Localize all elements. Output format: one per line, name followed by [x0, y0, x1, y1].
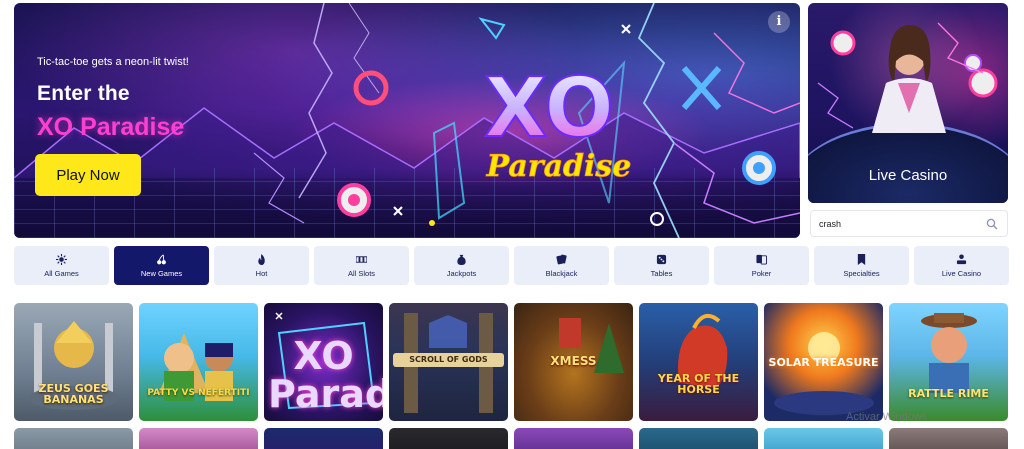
hero-tagline: Tic-tac-toe gets a neon-lit twist! [37, 56, 189, 68]
tab-label: Hot [255, 268, 268, 278]
tab-label: Blackjack [545, 268, 578, 278]
game-tile[interactable]: YEAR OF THE HORSE [639, 303, 758, 421]
game-tile[interactable]: ZEUS GOES BANANAS [14, 303, 133, 421]
cards-icon [556, 254, 567, 264]
hero-title-line1: Enter the [37, 82, 130, 105]
tab-hot[interactable]: Hot [214, 246, 309, 285]
game-tile-partial[interactable] [14, 428, 133, 449]
tab-label: Jackpots [446, 268, 477, 278]
money-bag-icon [457, 254, 466, 265]
game-tile[interactable]: SOLAR TREASURE [764, 303, 883, 421]
promo-banner[interactable]: Tic-tac-toe gets a neon-lit twist! Enter… [14, 3, 800, 238]
game-title: ZEUS GOES BANANAS [38, 382, 109, 406]
game-art [921, 313, 977, 393]
play-now-button[interactable]: Play Now [35, 154, 141, 196]
game-art [678, 313, 728, 388]
star-burst-icon [56, 253, 67, 265]
svg-text:Paradise: Paradise [486, 149, 632, 184]
tab-label: All Slots [347, 268, 376, 278]
search-icon[interactable] [986, 218, 998, 230]
game-tile-partial[interactable] [764, 428, 883, 449]
tab-new-games[interactable]: New Games [114, 246, 209, 285]
tab-label: Specialties [843, 268, 880, 278]
xo-paradise-logo: XO Paradise [483, 60, 632, 184]
tab-poker[interactable]: Poker [714, 246, 809, 285]
tab-label: New Games [140, 268, 183, 278]
game-tile-partial[interactable] [139, 428, 258, 449]
tab-all-slots[interactable]: All Slots [314, 246, 409, 285]
slot-reels-icon [356, 255, 367, 263]
game-art [159, 333, 233, 401]
live-casino-card[interactable]: Live Casino [808, 3, 1008, 203]
windows-activation-watermark: Activar Windows [846, 411, 928, 423]
game-tile-partial[interactable] [389, 428, 508, 449]
game-tile[interactable]: PATTY VS NEFERTITI [139, 303, 258, 421]
game-title: XMESS [550, 354, 597, 368]
game-tile[interactable]: SCROLL OF GODS [389, 303, 508, 421]
poker-cards-icon [756, 254, 767, 265]
tab-blackjack[interactable]: Blackjack [514, 246, 609, 285]
tab-specialties[interactable]: Specialties [814, 246, 909, 285]
live-casino-label: Live Casino [868, 167, 948, 184]
game-title: RATTLE RIME [908, 387, 989, 400]
game-tile-partial[interactable] [264, 428, 383, 449]
tab-label: All Games [44, 268, 79, 278]
category-tabs: All Games New Games Hot All Slots Jackpo… [14, 246, 1009, 286]
tab-label: Poker [751, 268, 772, 278]
game-title: PATTY VS NEFERTITI [147, 388, 250, 398]
flame-icon [258, 253, 265, 265]
game-tile-partial[interactable] [514, 428, 633, 449]
game-title: XO Paradise [268, 334, 383, 416]
hero-title-line2: XO Paradise [37, 113, 185, 141]
game-title: SOLAR TREASURE [768, 356, 879, 369]
info-icon[interactable]: i [768, 11, 790, 33]
tab-live-casino[interactable]: Live Casino [914, 246, 1009, 285]
game-tile[interactable]: XO Paradise [264, 303, 383, 421]
game-tile-partial[interactable] [889, 428, 1008, 449]
tab-tables[interactable]: Tables [614, 246, 709, 285]
tab-label: Tables [650, 268, 673, 278]
game-title: YEAR OF THE HORSE [657, 372, 740, 396]
cherries-icon [157, 254, 166, 264]
dice-icon [656, 254, 667, 264]
poker-chip-decoration [337, 183, 371, 217]
game-tile[interactable]: RATTLE RIME [889, 303, 1008, 421]
bookmark-icon [857, 253, 866, 265]
game-tile-partial[interactable] [639, 428, 758, 449]
game-title: SCROLL OF GODS [393, 353, 504, 367]
tab-label: Live Casino [941, 268, 982, 278]
dealer-icon [956, 253, 967, 264]
tab-jackpots[interactable]: Jackpots [414, 246, 509, 285]
tab-all-games[interactable]: All Games [14, 246, 109, 285]
game-tile[interactable]: XMESS [514, 303, 633, 421]
svg-text:XO: XO [484, 61, 614, 156]
search-input[interactable] [819, 215, 979, 233]
game-search[interactable] [810, 210, 1008, 237]
